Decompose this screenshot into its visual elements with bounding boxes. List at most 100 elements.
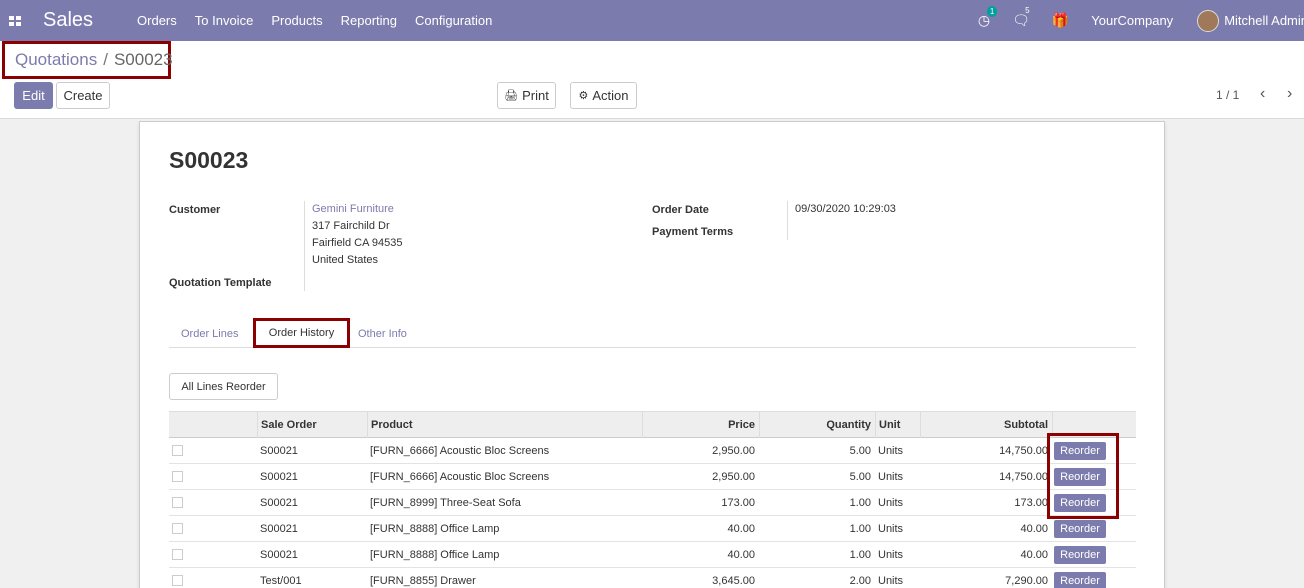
tab-other-info[interactable]: Other Info (358, 319, 407, 348)
quotation-template-label: Quotation Template (169, 277, 272, 289)
cell-product: [FURN_6666] Acoustic Bloc Screens (370, 471, 550, 483)
row-checkbox[interactable] (172, 445, 183, 456)
cell-subtotal: 40.00 (1020, 523, 1048, 535)
edit-button[interactable]: Edit (14, 82, 53, 109)
cell-subtotal: 7,290.00 (1005, 575, 1048, 587)
cell-sale-order: S00021 (260, 471, 298, 483)
column-price[interactable]: Price (642, 412, 759, 438)
menu-item-orders[interactable]: Orders (137, 13, 177, 28)
table-row[interactable]: S00021 [FURN_8888] Office Lamp 40.00 1.00 Un… (169, 516, 1136, 542)
cell-product: [FURN_6666] Acoustic Bloc Screens (370, 445, 550, 457)
reorder-button[interactable]: Reorder (1054, 572, 1106, 588)
menu-item-to-invoice[interactable]: To Invoice (195, 13, 254, 28)
cell-quantity: 5.00 (849, 445, 871, 457)
tab-order-history[interactable]: Order History (253, 318, 350, 348)
cell-subtotal: 40.00 (1020, 549, 1048, 561)
reorder-button[interactable]: Reorder (1054, 468, 1106, 486)
order-date-label: Order Date (652, 204, 709, 216)
gear-icon: ⚙ (578, 90, 589, 102)
breadcrumb: Quotations / S00023 (2, 41, 173, 79)
action-label: Action (592, 88, 629, 103)
breadcrumb-current: S00023 (113, 50, 173, 69)
apps-grid-icon[interactable] (0, 0, 30, 41)
customer-address-line-2: Fairfield CA 94535 (312, 237, 403, 249)
cell-unit: Units (878, 575, 904, 587)
order-date-value: 09/30/2020 10:29:03 (795, 203, 896, 215)
print-icon: 🖨 (504, 90, 519, 102)
row-checkbox[interactable] (172, 575, 183, 586)
gift-icon[interactable]: 🎁 (1052, 12, 1069, 29)
menu-item-configuration[interactable]: Configuration (415, 13, 492, 28)
breadcrumb-separator: / (103, 50, 108, 69)
table-row[interactable]: S00021 [FURN_8888] Office Lamp 40.00 1.00 Un… (169, 542, 1136, 568)
cell-unit: Units (878, 445, 904, 457)
cell-subtotal: 14,750.00 (999, 445, 1048, 457)
chevron-right-icon[interactable]: › (1287, 85, 1292, 103)
table-header: Sale Order Product Price Quantity Unit S… (169, 411, 1136, 438)
action-button[interactable]: ⚙ Action (570, 82, 637, 109)
cell-quantity: 2.00 (849, 575, 871, 587)
breadcrumb-quotations-link[interactable]: Quotations (15, 50, 97, 70)
print-button[interactable]: 🖨 Print (497, 82, 556, 109)
row-checkbox[interactable] (172, 471, 183, 482)
activity-clock-icon[interactable]: ◷ 1 (978, 6, 998, 29)
cell-price: 40.00 (727, 523, 755, 535)
table-row[interactable]: S00021 [FURN_8999] Three-Seat Sofa 173.00 1… (169, 490, 1136, 516)
cell-sale-order: S00021 (260, 523, 298, 535)
cell-product: [FURN_8888] Office Lamp (370, 549, 500, 561)
menu-item-reporting[interactable]: Reporting (341, 13, 397, 28)
cell-price: 3,645.00 (712, 575, 755, 587)
customer-link[interactable]: Gemini Furniture (312, 201, 403, 218)
cell-sale-order: Test/001 (260, 575, 302, 587)
customer-field: Gemini Furniture 317 Fairchild Dr Fairfi… (312, 201, 403, 269)
cell-sale-order: S00021 (260, 445, 298, 457)
column-actions (1052, 412, 1136, 438)
column-unit[interactable]: Unit (875, 412, 920, 438)
column-sale-order[interactable]: Sale Order (257, 412, 367, 438)
column-quantity[interactable]: Quantity (759, 412, 875, 438)
table-row[interactable]: S00021 [FURN_6666] Acoustic Bloc Screens 2… (169, 438, 1136, 464)
table-row[interactable]: Test/001 [FURN_8855] Drawer 3,645.00 2.00 Un… (169, 568, 1136, 588)
row-checkbox[interactable] (172, 523, 183, 534)
cell-quantity: 5.00 (849, 471, 871, 483)
cell-subtotal: 14,750.00 (999, 471, 1048, 483)
row-checkbox[interactable] (172, 549, 183, 560)
cell-unit: Units (878, 497, 904, 509)
notebook-tabs: Order Lines Order History Other Info (169, 318, 1136, 348)
top-navbar: Sales Orders To Invoice Products Reporti… (0, 0, 1304, 41)
reorder-button[interactable]: Reorder (1054, 494, 1106, 512)
create-button[interactable]: Create (56, 82, 110, 109)
cell-price: 2,950.00 (712, 471, 755, 483)
avatar[interactable] (1197, 9, 1220, 32)
messages-chat-icon[interactable]: 🗨 5 (1012, 6, 1030, 29)
row-checkbox[interactable] (172, 497, 183, 508)
cell-unit: Units (878, 523, 904, 535)
cell-sale-order: S00021 (260, 549, 298, 561)
order-history-table: Sale Order Product Price Quantity Unit S… (169, 411, 1136, 588)
column-product[interactable]: Product (367, 412, 642, 438)
chevron-left-icon[interactable]: ‹ (1260, 85, 1265, 103)
systray: ◷ 1 🗨 5 🎁 YourCompany Mitchell Admin (978, 0, 1304, 41)
cell-subtotal: 173.00 (1014, 497, 1048, 509)
tab-order-lines[interactable]: Order Lines (181, 319, 238, 348)
menu-item-products[interactable]: Products (271, 13, 322, 28)
all-lines-reorder-button[interactable]: All Lines Reorder (169, 373, 278, 400)
cell-product: [FURN_8855] Drawer (370, 575, 476, 587)
reorder-button[interactable]: Reorder (1054, 546, 1106, 564)
reorder-button[interactable]: Reorder (1054, 520, 1106, 538)
control-panel: Quotations / S00023 Edit Create 🖨 Print … (0, 41, 1304, 119)
table-row[interactable]: S00021 [FURN_6666] Acoustic Bloc Screens 2… (169, 464, 1136, 490)
user-menu[interactable]: Mitchell Admin (1224, 13, 1304, 28)
cell-price: 2,950.00 (712, 445, 755, 457)
form-sheet: S00023 Customer Gemini Furniture 317 Fai… (139, 121, 1165, 588)
column-subtotal[interactable]: Subtotal (920, 412, 1052, 438)
app-brand[interactable]: Sales (43, 9, 93, 32)
pager-value[interactable]: 1 / 1 (1216, 88, 1239, 102)
customer-address-line-3: United States (312, 254, 379, 266)
cell-product: [FURN_8888] Office Lamp (370, 523, 500, 535)
cell-product: [FURN_8999] Three-Seat Sofa (370, 497, 521, 509)
cell-sale-order: S00021 (260, 497, 298, 509)
reorder-button[interactable]: Reorder (1054, 442, 1106, 460)
cell-price: 40.00 (727, 549, 755, 561)
company-switcher[interactable]: YourCompany (1091, 13, 1173, 28)
